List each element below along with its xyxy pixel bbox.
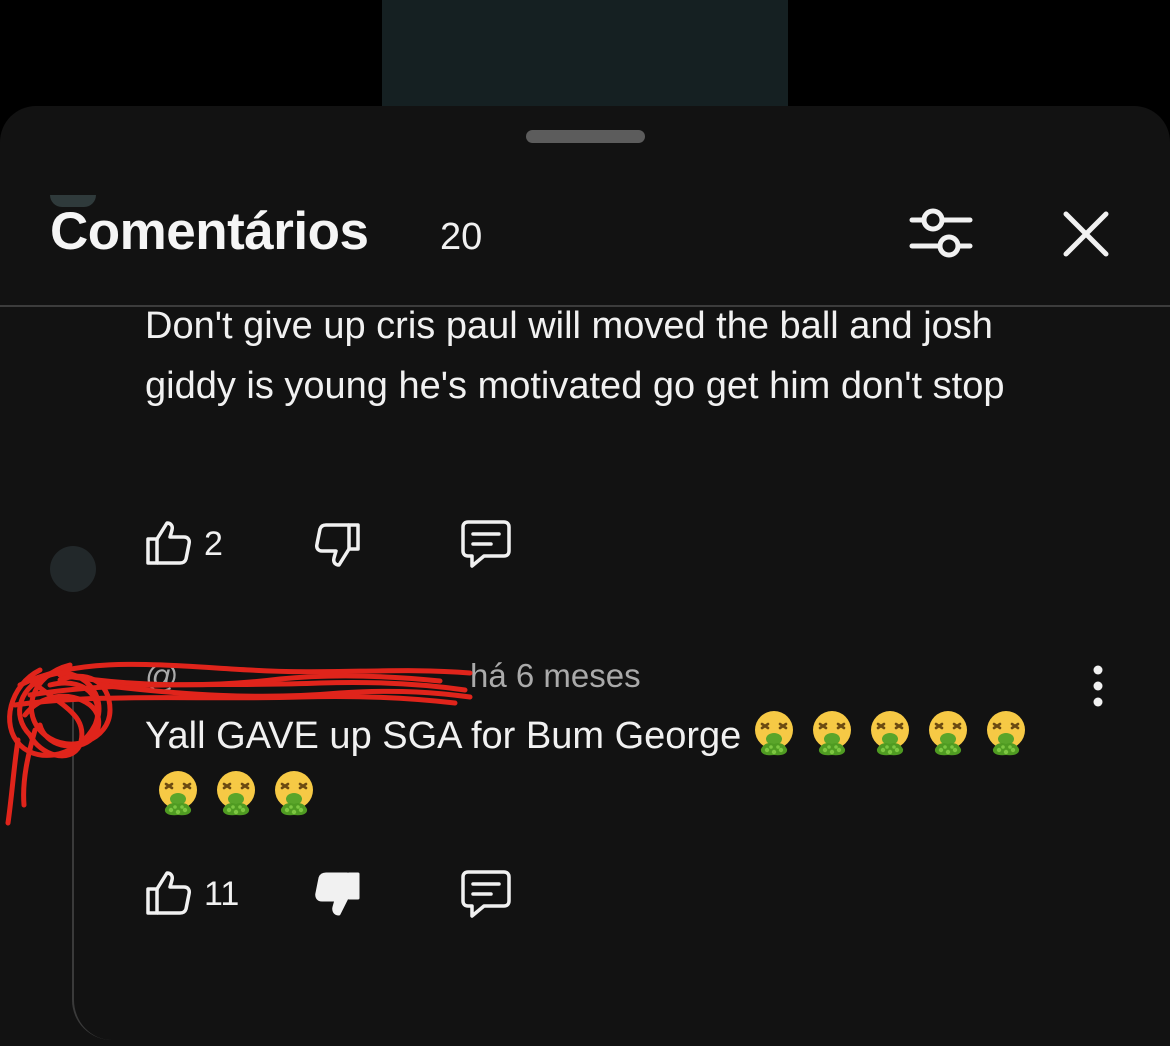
dislike-button[interactable] [314,521,362,569]
comment-text-body: Yall GAVE up SGA for Bum George [145,715,742,757]
avatar[interactable] [50,546,96,592]
like-count: 2 [204,525,223,563]
more-options-button[interactable] [1082,664,1114,708]
vomiting-face-emoji [749,708,799,758]
reply-icon [461,520,511,568]
drag-handle[interactable] [526,130,645,143]
avatar[interactable] [50,195,96,207]
reply-icon [461,870,511,918]
like-count: 11 [204,875,240,913]
sheet-title: Comentários [50,202,369,261]
comment-text: Yall GAVE up SGA for Bum George [145,706,1065,826]
close-button[interactable] [1058,206,1114,262]
comment-meta: @ há 6 meses [145,656,641,696]
like-button[interactable] [144,869,192,917]
author-handle[interactable]: @ [145,657,179,694]
vomiting-face-emoji [865,708,915,758]
reply-button[interactable] [460,519,512,569]
vomiting-face-emoji [211,768,261,818]
more-vert-icon [1093,665,1103,707]
like-button[interactable] [144,519,192,567]
comment-count: 20 [440,216,483,258]
filter-button[interactable] [906,202,976,266]
reply-button[interactable] [460,869,512,919]
thumb-up-icon [146,521,191,565]
thumb-down-filled-icon [315,872,360,916]
vomiting-face-emoji [807,708,857,758]
dislike-button[interactable] [314,870,362,918]
close-icon [1063,211,1109,257]
comment-text: Don't give up cris paul will moved the b… [145,305,1005,407]
comment-time: há 6 meses [470,657,641,694]
thumb-up-icon [146,871,191,915]
sliders-icon [909,208,973,258]
vomiting-face-emoji [923,708,973,758]
video-preview [382,0,788,106]
thumb-down-icon [315,523,360,567]
vomiting-face-emoji [269,768,319,818]
vomiting-face-emoji [153,768,203,818]
vomiting-face-emoji [981,708,1031,758]
